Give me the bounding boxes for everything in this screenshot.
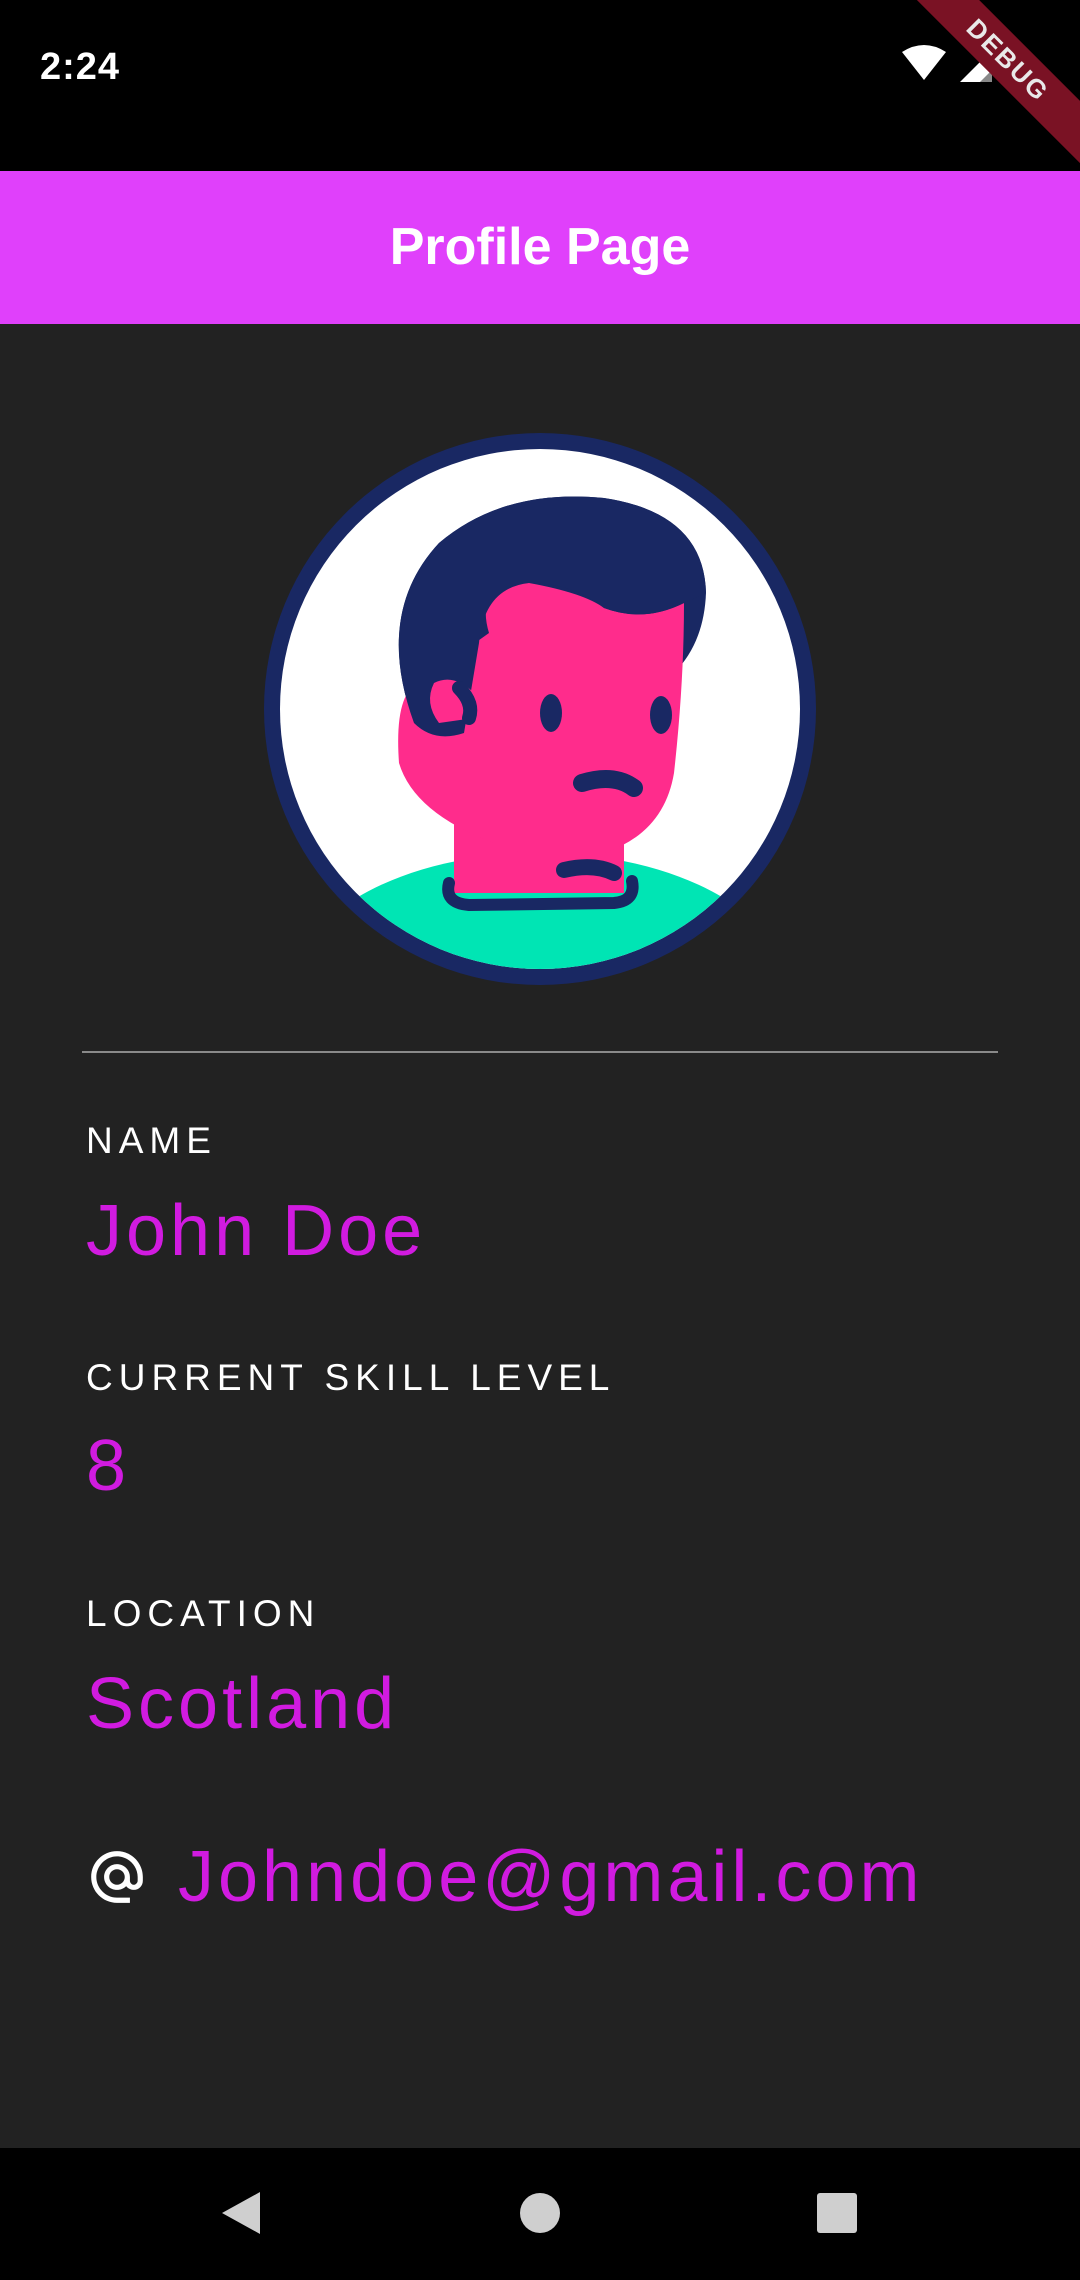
name-value: John Doe (86, 1191, 427, 1271)
email-row: Johndoe@gmail.com (86, 1832, 923, 1922)
profile-screen: 2:24 DEBUG Profile Page NAME John Doe CU… (0, 0, 1080, 2280)
wifi-icon (902, 45, 946, 80)
avatar (264, 433, 816, 985)
app-bar: Profile Page (0, 171, 1080, 324)
recents-icon[interactable] (792, 2168, 882, 2258)
skill-level-value: 8 (86, 1426, 131, 1506)
skill-level-label: CURRENT SKILL LEVEL (86, 1357, 616, 1398)
home-icon[interactable] (495, 2168, 585, 2258)
location-label: LOCATION (86, 1593, 321, 1634)
email-value[interactable]: Johndoe@gmail.com (178, 1836, 923, 1918)
at-icon (91, 1851, 143, 1903)
status-bar: 2:24 DEBUG (0, 0, 1080, 171)
location-value: Scotland (86, 1664, 399, 1744)
system-nav-bar (0, 2148, 1080, 2280)
page-title: Profile Page (389, 218, 691, 276)
back-icon[interactable] (196, 2168, 286, 2258)
status-time: 2:24 (40, 46, 121, 88)
name-label: NAME (86, 1120, 217, 1161)
divider (82, 1051, 998, 1053)
